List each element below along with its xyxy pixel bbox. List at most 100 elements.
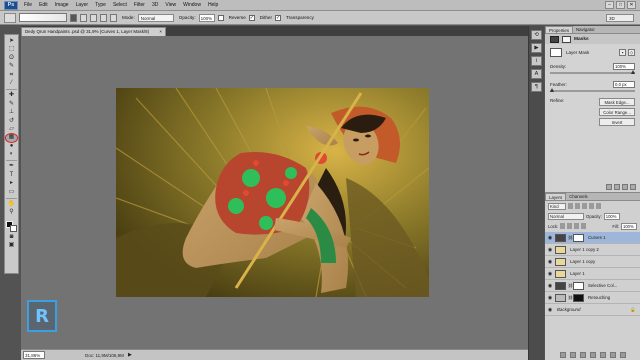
lock-all-icon[interactable] bbox=[581, 223, 587, 229]
pixel-mask-icon[interactable] bbox=[550, 35, 559, 43]
tab-properties[interactable]: Properties bbox=[545, 26, 574, 33]
eyedropper-tool-icon[interactable]: ⁄ bbox=[6, 80, 17, 87]
status-menu-icon[interactable]: ▶ bbox=[128, 352, 132, 358]
layer-opacity-input[interactable]: 100% bbox=[603, 212, 620, 220]
marquee-tool-icon[interactable]: ⬚ bbox=[6, 46, 17, 53]
shape-filter-icon[interactable] bbox=[589, 203, 594, 209]
lock-transparent-icon[interactable] bbox=[560, 223, 566, 229]
invert-button[interactable]: Invert bbox=[599, 118, 635, 126]
delete-layer-icon[interactable] bbox=[619, 352, 626, 358]
visibility-eye-icon[interactable]: ◉ bbox=[547, 259, 553, 265]
visibility-eye-icon[interactable]: ◉ bbox=[547, 295, 553, 301]
pen-tool-icon[interactable]: ✒ bbox=[6, 163, 17, 170]
tab-layers[interactable]: Layers bbox=[545, 193, 567, 200]
linear-gradient-icon[interactable] bbox=[70, 13, 77, 22]
link-chain-icon[interactable]: ⛓ bbox=[568, 295, 573, 300]
feather-slider[interactable] bbox=[550, 88, 635, 92]
visibility-eye-icon[interactable]: ◉ bbox=[547, 247, 553, 253]
layer-row-curves-1[interactable]: ◉ ⛓ Curves 1 bbox=[545, 232, 640, 244]
workspace-select[interactable]: 3D bbox=[606, 14, 634, 22]
link-chain-icon[interactable]: ⛓ bbox=[568, 235, 573, 240]
blur-tool-icon[interactable]: ● bbox=[6, 143, 17, 150]
zoom-level-field[interactable]: 31,86% bbox=[23, 351, 45, 359]
paragraph-panel-icon[interactable]: ¶ bbox=[531, 82, 542, 92]
new-group-icon[interactable] bbox=[599, 352, 606, 358]
hand-tool-icon[interactable]: ✋ bbox=[6, 201, 17, 208]
mask-edge-button[interactable]: Mask Edge... bbox=[599, 98, 635, 106]
reverse-checkbox[interactable] bbox=[217, 14, 224, 21]
color-range-button[interactable]: Color Range... bbox=[599, 108, 635, 116]
link-chain-icon[interactable]: ⛓ bbox=[568, 283, 573, 288]
menu-window[interactable]: Window bbox=[183, 2, 201, 8]
background-color-swatch[interactable] bbox=[10, 224, 17, 232]
visibility-eye-icon[interactable]: ◉ bbox=[547, 307, 553, 313]
feather-input[interactable]: 0,0 px bbox=[613, 81, 635, 88]
reflected-gradient-icon[interactable] bbox=[100, 13, 107, 22]
radial-gradient-icon[interactable] bbox=[80, 13, 87, 22]
color-swatches[interactable] bbox=[5, 220, 18, 233]
crop-tool-icon[interactable]: ⌗ bbox=[6, 72, 17, 79]
layer-row-retouching[interactable]: ◉ ⛓ Retouching bbox=[545, 292, 640, 304]
menu-layer[interactable]: Layer bbox=[76, 2, 89, 8]
lock-pixels-icon[interactable] bbox=[567, 223, 573, 229]
layer-style-icon[interactable] bbox=[569, 352, 576, 358]
move-tool-icon[interactable]: ➤ bbox=[6, 38, 17, 45]
mode-select[interactable]: Normal bbox=[137, 13, 174, 22]
apply-mask-icon[interactable] bbox=[614, 184, 620, 190]
dodge-tool-icon[interactable]: ◐ bbox=[6, 151, 17, 158]
menu-edit[interactable]: Edit bbox=[39, 2, 48, 8]
history-brush-tool-icon[interactable]: ↺ bbox=[6, 118, 17, 125]
visibility-eye-icon[interactable]: ◉ bbox=[547, 283, 553, 289]
layer-row-layer-1-copy-2[interactable]: ◉ Layer 1 copy 2 bbox=[545, 244, 640, 256]
menu-type[interactable]: Type bbox=[95, 2, 106, 8]
lasso-tool-icon[interactable]: ʘ bbox=[6, 55, 17, 62]
layer-row-layer-1-copy[interactable]: ◉ Layer 1 copy bbox=[545, 256, 640, 268]
visibility-eye-icon[interactable]: ◉ bbox=[547, 271, 553, 277]
zoom-tool-icon[interactable]: ⚲ bbox=[6, 209, 17, 216]
menu-file[interactable]: File bbox=[24, 2, 32, 8]
rectangle-tool-icon[interactable]: ▭ bbox=[6, 189, 17, 196]
new-layer-icon[interactable] bbox=[609, 352, 616, 358]
menu-view[interactable]: View bbox=[165, 2, 176, 8]
quick-mask-icon[interactable]: ◙ bbox=[6, 234, 17, 241]
canvas-area[interactable] bbox=[21, 36, 528, 349]
character-panel-icon[interactable]: A bbox=[531, 69, 542, 79]
layer-mask-thumbnail[interactable] bbox=[573, 233, 584, 242]
density-slider-thumb[interactable] bbox=[631, 70, 635, 74]
tab-navigator[interactable]: Navigator bbox=[573, 26, 598, 33]
adjustment-filter-icon[interactable] bbox=[575, 203, 580, 209]
layer-mask-thumbnail[interactable] bbox=[573, 293, 584, 302]
pixel-filter-icon[interactable] bbox=[568, 203, 573, 209]
close-button[interactable]: ✕ bbox=[627, 1, 636, 9]
density-slider[interactable] bbox=[550, 70, 635, 74]
menu-filter[interactable]: Filter bbox=[134, 2, 145, 8]
clone-stamp-tool-icon[interactable]: ⊥ bbox=[6, 109, 17, 116]
new-adjustment-icon[interactable] bbox=[589, 352, 596, 358]
brush-tool-icon[interactable]: ✎ bbox=[6, 101, 17, 108]
add-mask-icon[interactable] bbox=[579, 352, 586, 358]
opacity-input[interactable]: 100% bbox=[198, 13, 215, 22]
maximize-button[interactable]: □ bbox=[616, 1, 625, 9]
angle-gradient-icon[interactable] bbox=[90, 13, 97, 22]
menu-help[interactable]: Help bbox=[208, 2, 218, 8]
minimize-button[interactable]: – bbox=[605, 1, 614, 9]
lock-position-icon[interactable] bbox=[574, 223, 580, 229]
diamond-gradient-icon[interactable] bbox=[110, 13, 117, 22]
info-panel-icon[interactable]: i bbox=[531, 56, 542, 66]
visibility-eye-icon[interactable]: ◉ bbox=[547, 235, 553, 241]
menu-image[interactable]: Image bbox=[55, 2, 69, 8]
healing-brush-tool-icon[interactable]: ✚ bbox=[6, 92, 17, 99]
load-selection-icon[interactable] bbox=[606, 184, 612, 190]
add-vector-mask-button[interactable]: ◇ bbox=[628, 49, 635, 56]
blend-mode-select[interactable]: Normal bbox=[548, 212, 584, 220]
kind-filter-select[interactable]: Kind bbox=[548, 202, 566, 210]
menu-select[interactable]: Select bbox=[113, 2, 127, 8]
gradient-tool-preset-icon[interactable] bbox=[4, 12, 16, 23]
layer-row-background[interactable]: ◉ Background 🔒 bbox=[545, 304, 640, 316]
dither-checkbox[interactable]: ✓ bbox=[248, 14, 255, 21]
layer-mask-thumbnail[interactable] bbox=[573, 281, 584, 290]
disable-mask-icon[interactable] bbox=[622, 184, 628, 190]
menu-3d[interactable]: 3D bbox=[152, 2, 158, 8]
layer-row-selective-color[interactable]: ◉ ⛓ Selective Col... bbox=[545, 280, 640, 292]
fill-input[interactable]: 100% bbox=[621, 222, 637, 230]
